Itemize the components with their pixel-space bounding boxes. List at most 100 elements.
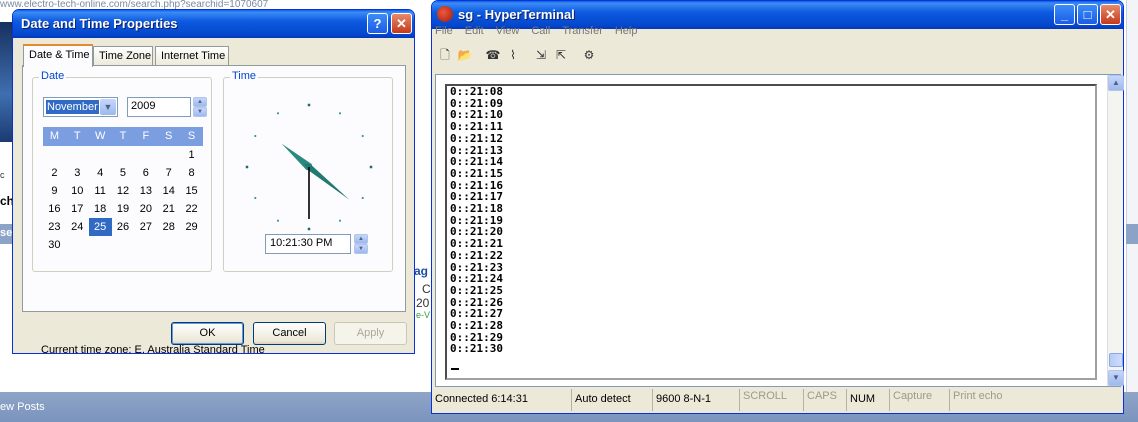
cancel-button[interactable]: Cancel [253, 322, 326, 345]
time-spinner[interactable]: ▲ ▼ [354, 234, 368, 254]
calendar-day[interactable]: 14 [157, 182, 180, 200]
status-caps: CAPS [804, 389, 847, 411]
dialog-title-bar[interactable]: Date and Time Properties ? ✕ [13, 10, 414, 38]
app-icon [437, 6, 453, 22]
calendar-day[interactable]: 17 [66, 200, 89, 218]
calendar-day[interactable]: 6 [134, 164, 157, 182]
open-icon[interactable]: 📂 [456, 46, 474, 64]
menu-help[interactable]: Help [615, 25, 638, 37]
terminal-line: 0::21:28 [450, 319, 503, 333]
close-button[interactable]: ✕ [1100, 4, 1121, 25]
calendar-day[interactable]: 20 [134, 200, 157, 218]
clock-tick [369, 165, 373, 169]
nav-strip-left: se [0, 224, 12, 244]
date-group-label: Date [39, 70, 67, 82]
calendar-day-grid[interactable]: 1 2 3 4 5 6 7 8 9 10 11 12 13 14 15 16 17 18 19 20 21 22 23 24 2… [43, 146, 203, 254]
calendar-day[interactable]: 1 [180, 146, 203, 164]
calendar-day[interactable]: 15 [180, 182, 203, 200]
calendar-day[interactable]: 24 [66, 218, 89, 236]
calendar-day[interactable]: 12 [112, 182, 135, 200]
clock-tick [245, 165, 249, 169]
new-posts-link[interactable]: ew Posts [0, 401, 45, 413]
calendar-day[interactable]: 25 [88, 218, 112, 236]
terminal-line: 0::21:18 [450, 202, 503, 216]
calendar-day[interactable]: 29 [180, 218, 203, 236]
menu-file[interactable]: File [435, 25, 453, 37]
calendar-day[interactable]: 10 [66, 182, 89, 200]
menu-view[interactable]: View [496, 25, 520, 37]
calendar-day[interactable]: 27 [134, 218, 157, 236]
receive-icon[interactable]: ⇱ [552, 46, 570, 64]
left-text-fragment: c ch [0, 170, 15, 208]
calendar-day[interactable]: 2 [43, 164, 66, 182]
calendar-empty-cell [134, 146, 157, 164]
year-spinner[interactable]: ▲ ▼ [193, 97, 207, 117]
maximize-button[interactable]: □ [1077, 4, 1098, 25]
terminal-screen[interactable]: 0::21:08 0::21:09 0::21:10 0::21:11 0::21:12… [445, 84, 1097, 380]
year-input[interactable]: 2009 [127, 97, 191, 117]
terminal-line: 0::21:25 [450, 283, 503, 297]
calendar-day[interactable]: 26 [112, 218, 135, 236]
disconnect-icon[interactable]: ☎ [484, 46, 502, 64]
clock-tick [254, 135, 257, 137]
tab-time-zone[interactable]: Time Zone [93, 46, 153, 66]
send-icon[interactable]: ⇲ [532, 46, 550, 64]
timezone-value: E. Australia Standard Time [134, 344, 265, 356]
calendar-day[interactable]: 7 [157, 164, 180, 182]
calendar-day[interactable]: 28 [157, 218, 180, 236]
clock-tick [339, 112, 341, 115]
calendar-day[interactable]: 8 [180, 164, 203, 182]
calendar-day[interactable]: 23 [43, 218, 66, 236]
calendar-empty-cell [66, 146, 89, 164]
terminal-output: 0::21:08 0::21:09 0::21:10 0::21:11 0::21:12… [450, 86, 503, 355]
chevron-down-icon[interactable]: ▼ [100, 99, 116, 115]
month-value: November [46, 100, 99, 114]
tab-date-time[interactable]: Date & Time [23, 44, 93, 67]
calendar-empty-cell [112, 146, 135, 164]
scroll-up-icon[interactable]: ▲ [1108, 75, 1124, 91]
date-time-dialog: Date and Time Properties ? ✕ Date & Time… [12, 9, 415, 356]
nav-strip-right [1126, 224, 1138, 244]
calendar-day[interactable]: 4 [89, 164, 112, 182]
month-calendar[interactable]: MTWTFSS 1 2 3 4 5 6 7 8 9 10 11 12 13 14 15 16 17 18 19 20 2… [43, 127, 203, 254]
current-time-zone: Current time zone: E. Australia Standard… [41, 344, 265, 356]
spin-up-icon[interactable]: ▲ [354, 234, 368, 244]
spin-down-icon[interactable]: ▼ [193, 107, 207, 117]
month-select[interactable]: November ▼ [43, 97, 118, 117]
calendar-day[interactable]: 5 [112, 164, 135, 182]
calendar-day[interactable]: 9 [43, 182, 66, 200]
spin-up-icon[interactable]: ▲ [193, 97, 207, 107]
clock-tick [339, 219, 341, 222]
time-input[interactable]: 10:21:30 PM [265, 234, 351, 254]
post-link-fragments[interactable]: ag C 20 e-V [414, 262, 432, 322]
scroll-down-icon[interactable]: ▼ [1108, 370, 1124, 386]
close-button[interactable]: ✕ [391, 13, 412, 34]
apply-button[interactable]: Apply [334, 322, 407, 345]
calendar-day[interactable]: 3 [66, 164, 89, 182]
help-button[interactable]: ? [367, 13, 388, 34]
calendar-day[interactable]: 30 [43, 236, 66, 254]
spin-down-icon[interactable]: ▼ [354, 244, 368, 254]
tab-internet-time[interactable]: Internet Time [155, 46, 229, 66]
minimize-button[interactable]: _ [1054, 4, 1075, 25]
menu-call[interactable]: Call [531, 25, 550, 37]
properties-icon[interactable]: ⚙ [580, 46, 598, 64]
status-bar: Connected 6:14:31 Auto detect 9600 8-N-1… [432, 389, 1123, 413]
calendar-day[interactable]: 22 [180, 200, 203, 218]
date-group: Date November ▼ 2009 ▲ ▼ MTWTFSS 1234567… [32, 70, 212, 272]
menu-edit[interactable]: Edit [465, 25, 484, 37]
calendar-day[interactable]: 16 [43, 200, 66, 218]
vertical-scrollbar[interactable]: ▲ ▼ [1107, 75, 1124, 386]
weekday-header: T [73, 130, 81, 142]
calendar-day[interactable]: 21 [157, 200, 180, 218]
calendar-day[interactable]: 18 [89, 200, 112, 218]
phone-icon[interactable]: ⌇ [504, 46, 522, 64]
scroll-thumb[interactable] [1109, 353, 1123, 367]
ok-button[interactable]: OK [171, 322, 244, 345]
terminal-area[interactable]: 0::21:08 0::21:09 0::21:10 0::21:11 0::21:12… [435, 74, 1124, 387]
menu-transfer[interactable]: Transfer [562, 25, 603, 37]
calendar-day[interactable]: 11 [89, 182, 112, 200]
new-icon[interactable]: 🗋 [436, 46, 454, 64]
calendar-day[interactable]: 13 [134, 182, 157, 200]
calendar-day[interactable]: 19 [112, 200, 135, 218]
